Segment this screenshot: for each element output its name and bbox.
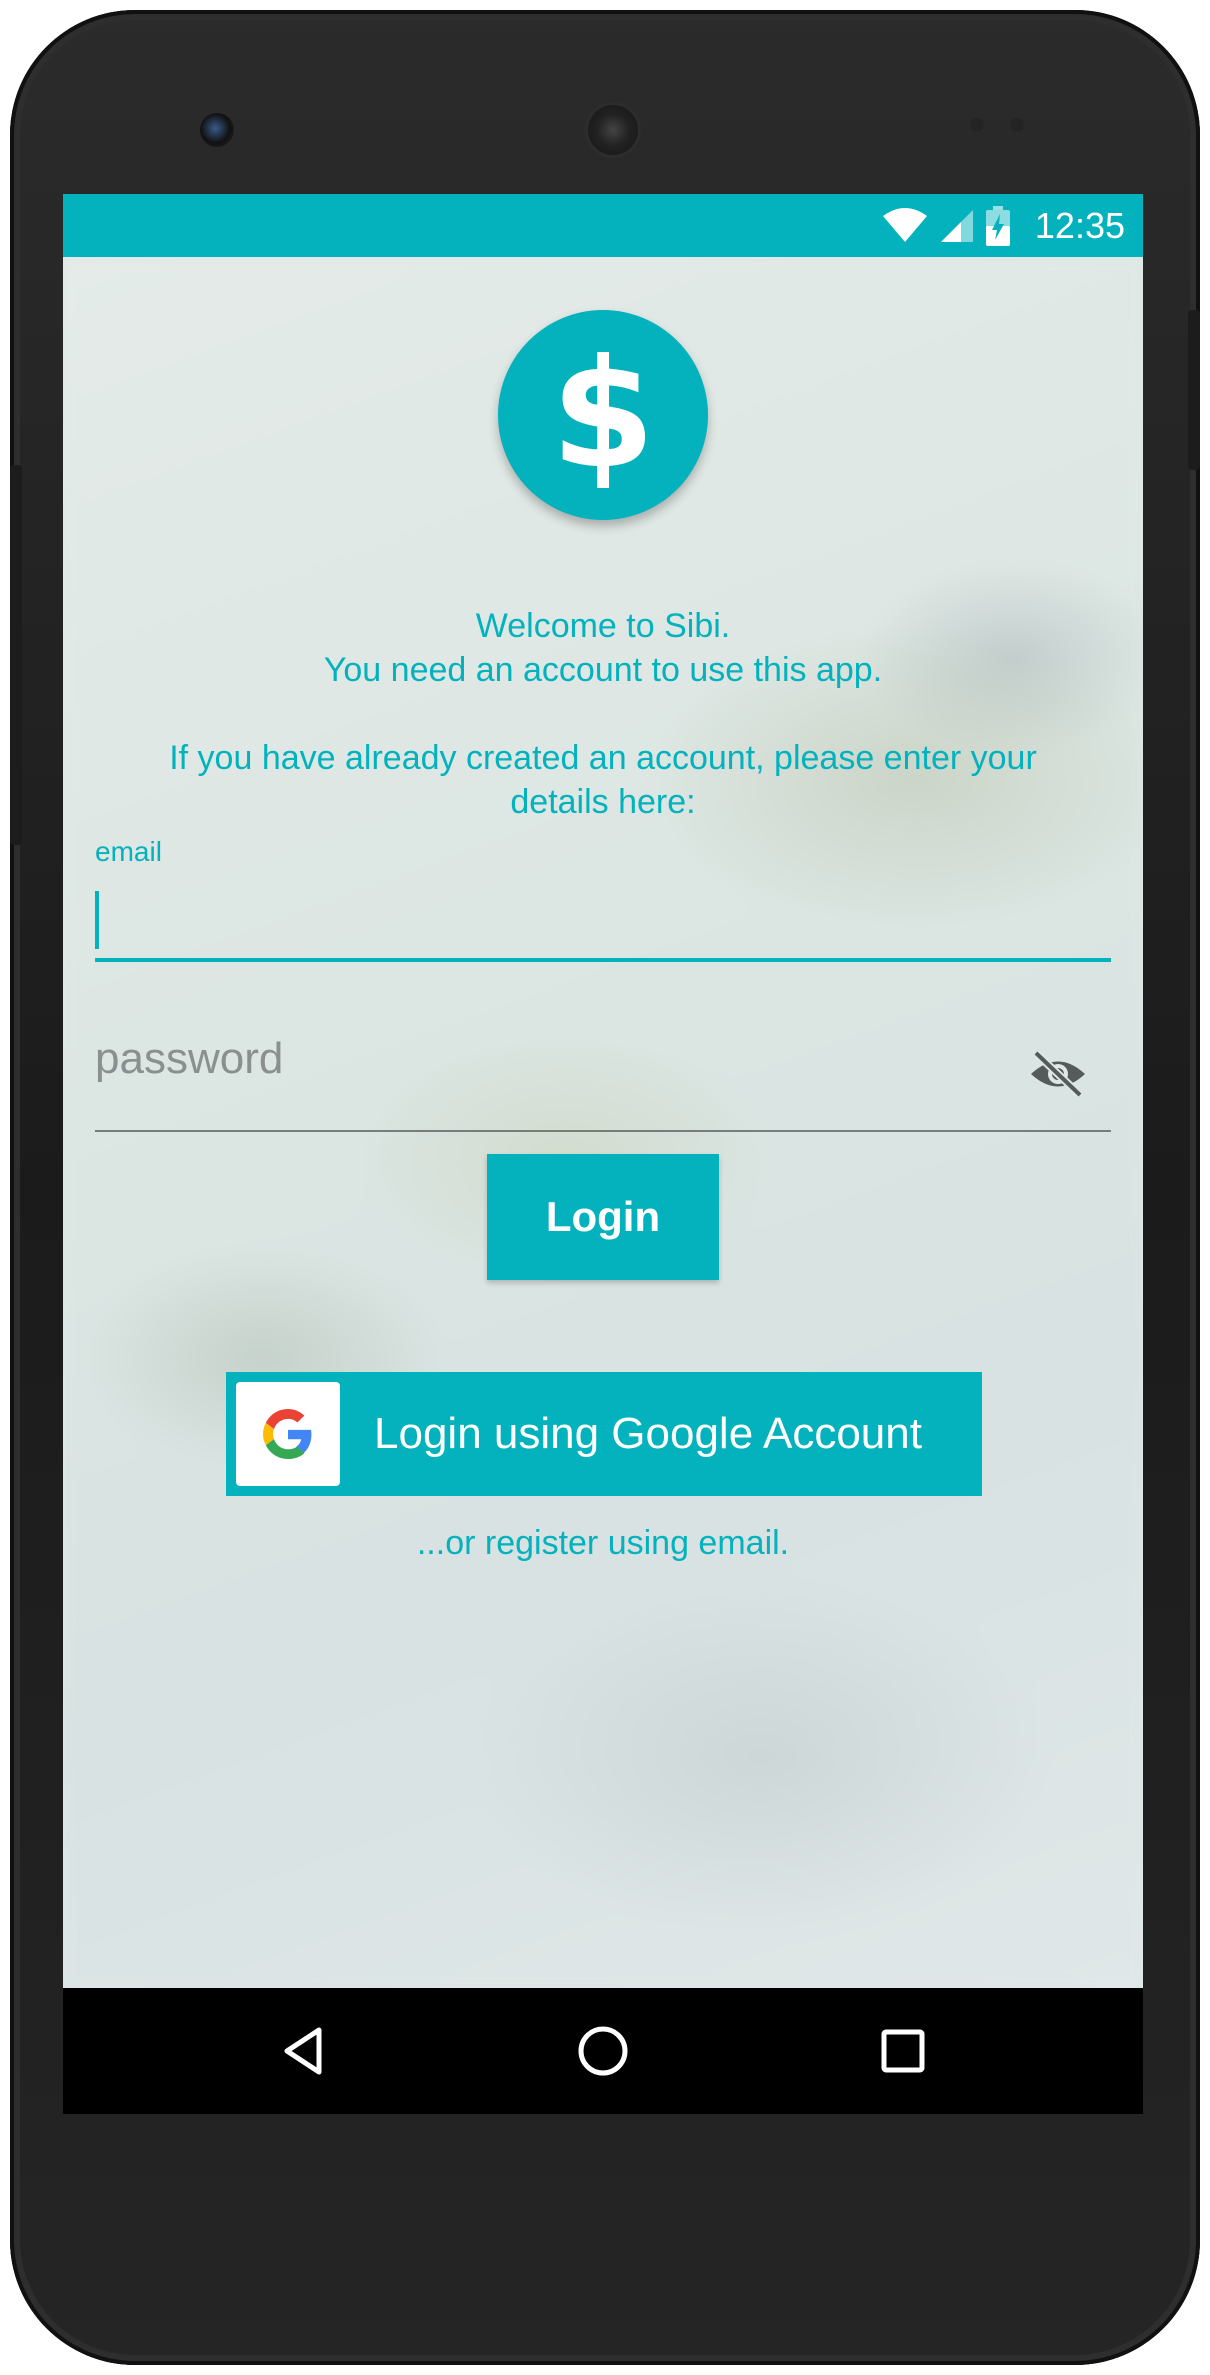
welcome-title: Welcome to Sibi. bbox=[475, 607, 731, 645]
instruction-line-1: If you have already created an account, … bbox=[169, 739, 1037, 777]
google-login-button[interactable]: Login using Google Account bbox=[226, 1372, 982, 1496]
app-screen: 12:35 $ Welcome to Sibi. You need an acc… bbox=[63, 194, 1143, 2114]
volume-button bbox=[10, 465, 22, 845]
register-link[interactable]: ...or register using email. bbox=[63, 1524, 1143, 1563]
wifi-icon bbox=[882, 207, 927, 242]
signal-icon bbox=[940, 209, 973, 242]
email-underline bbox=[95, 958, 1111, 962]
proximity-sensor bbox=[970, 118, 984, 132]
light-sensor bbox=[1010, 118, 1024, 132]
status-time: 12:35 bbox=[1034, 204, 1125, 246]
battery-charging-icon bbox=[985, 205, 1010, 246]
back-button[interactable] bbox=[273, 2021, 333, 2081]
navigation-bar bbox=[63, 1988, 1143, 2114]
welcome-subtitle: You need an account to use this app. bbox=[323, 651, 883, 689]
login-button[interactable]: Login bbox=[487, 1154, 719, 1280]
status-icons: 12:35 bbox=[881, 194, 1125, 257]
front-camera bbox=[200, 113, 234, 147]
email-field[interactable] bbox=[95, 884, 1111, 956]
visibility-off-icon[interactable] bbox=[1028, 1049, 1088, 1099]
google-icon bbox=[263, 1409, 312, 1459]
password-underline bbox=[95, 1130, 1111, 1132]
status-bar: 12:35 bbox=[63, 194, 1143, 257]
email-label: email bbox=[95, 836, 162, 867]
home-icon bbox=[578, 2026, 628, 2076]
back-icon bbox=[284, 2027, 322, 2075]
dollar-icon: $ bbox=[498, 310, 708, 520]
password-field[interactable]: password bbox=[95, 1034, 283, 1084]
instruction-line-2: details here: bbox=[510, 783, 696, 821]
home-button[interactable] bbox=[573, 2021, 633, 2081]
earpiece-speaker bbox=[585, 102, 641, 158]
recents-icon bbox=[881, 2029, 925, 2073]
text-cursor bbox=[95, 891, 99, 949]
recents-button[interactable] bbox=[873, 2021, 933, 2081]
power-button bbox=[1188, 310, 1200, 470]
google-login-label: Login using Google Account bbox=[374, 1409, 922, 1458]
google-icon-box bbox=[236, 1382, 340, 1486]
